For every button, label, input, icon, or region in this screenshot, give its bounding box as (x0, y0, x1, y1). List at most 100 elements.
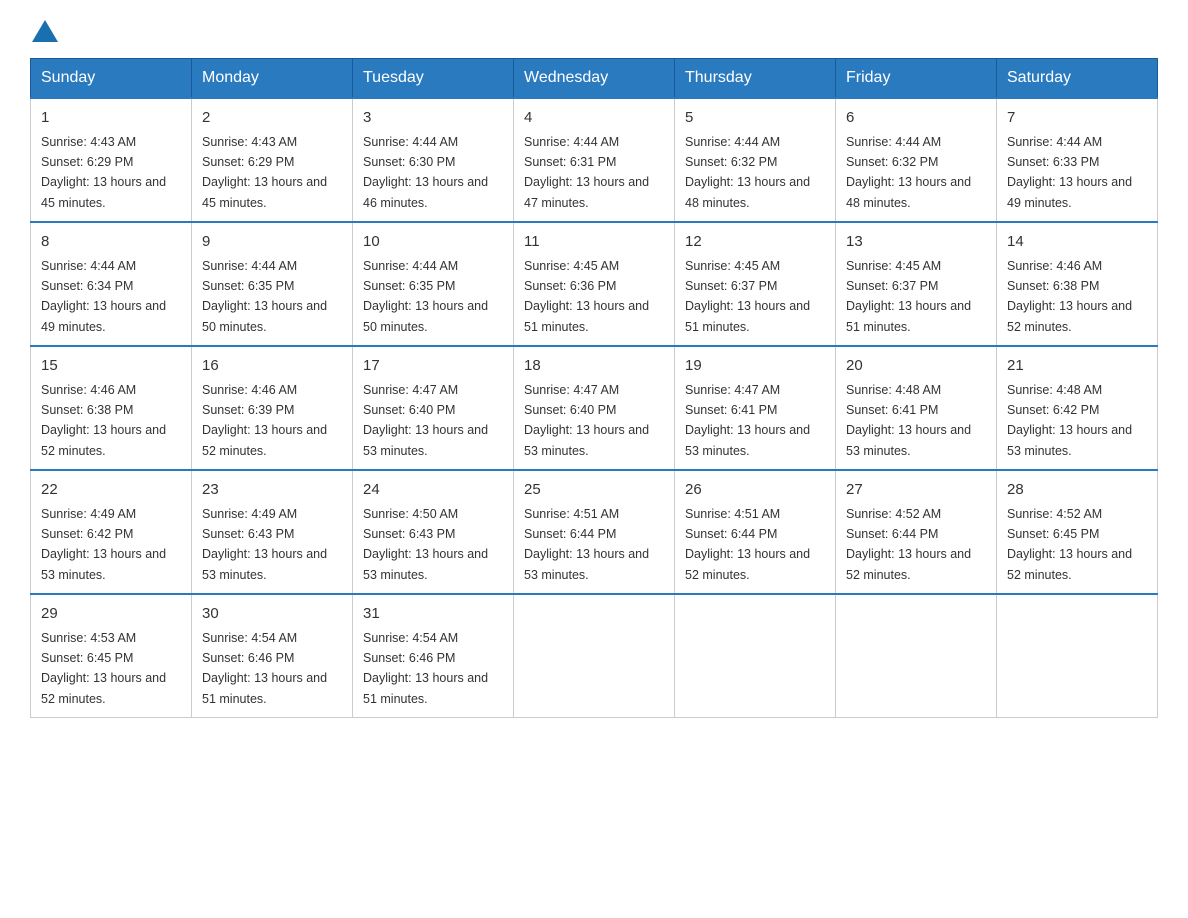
day-number: 19 (685, 355, 825, 378)
day-info: Sunrise: 4:48 AMSunset: 6:42 PMDaylight:… (1007, 383, 1132, 458)
day-number: 1 (41, 107, 181, 130)
weekday-header-sunday: Sunday (31, 59, 192, 99)
day-info: Sunrise: 4:46 AMSunset: 6:38 PMDaylight:… (1007, 259, 1132, 334)
calendar-cell: 16Sunrise: 4:46 AMSunset: 6:39 PMDayligh… (192, 346, 353, 470)
day-info: Sunrise: 4:49 AMSunset: 6:43 PMDaylight:… (202, 507, 327, 582)
calendar-cell: 8 Sunrise: 4:44 AMSunset: 6:34 PMDaylight… (31, 222, 192, 346)
day-info: Sunrise: 4:44 AMSunset: 6:30 PMDaylight:… (363, 135, 488, 210)
calendar-cell: 11 Sunrise: 4:45 AMSunset: 6:36 PMDayligh… (514, 222, 675, 346)
day-info: Sunrise: 4:54 AMSunset: 6:46 PMDaylight:… (202, 631, 327, 706)
day-number: 15 (41, 355, 181, 378)
weekday-header-row: SundayMondayTuesdayWednesdayThursdayFrid… (31, 59, 1158, 99)
calendar-cell: 14Sunrise: 4:46 AMSunset: 6:38 PMDayligh… (997, 222, 1158, 346)
day-info: Sunrise: 4:44 AMSunset: 6:31 PMDaylight:… (524, 135, 649, 210)
weekday-header-monday: Monday (192, 59, 353, 99)
calendar-cell (514, 594, 675, 718)
calendar-cell: 12 Sunrise: 4:45 AMSunset: 6:37 PMDayligh… (675, 222, 836, 346)
day-number: 17 (363, 355, 503, 378)
day-number: 24 (363, 479, 503, 502)
calendar-week-row: 1 Sunrise: 4:43 AMSunset: 6:29 PMDaylight… (31, 98, 1158, 222)
weekday-header-wednesday: Wednesday (514, 59, 675, 99)
day-info: Sunrise: 4:44 AMSunset: 6:33 PMDaylight:… (1007, 135, 1132, 210)
day-info: Sunrise: 4:49 AMSunset: 6:42 PMDaylight:… (41, 507, 166, 582)
calendar-cell: 2 Sunrise: 4:43 AMSunset: 6:29 PMDaylight… (192, 98, 353, 222)
calendar-cell: 9 Sunrise: 4:44 AMSunset: 6:35 PMDaylight… (192, 222, 353, 346)
day-info: Sunrise: 4:51 AMSunset: 6:44 PMDaylight:… (524, 507, 649, 582)
day-number: 9 (202, 231, 342, 254)
day-number: 28 (1007, 479, 1147, 502)
day-info: Sunrise: 4:45 AMSunset: 6:37 PMDaylight:… (685, 259, 810, 334)
day-number: 26 (685, 479, 825, 502)
day-number: 13 (846, 231, 986, 254)
day-info: Sunrise: 4:47 AMSunset: 6:40 PMDaylight:… (363, 383, 488, 458)
day-number: 11 (524, 231, 664, 254)
day-number: 4 (524, 107, 664, 130)
calendar-cell (675, 594, 836, 718)
day-info: Sunrise: 4:44 AMSunset: 6:34 PMDaylight:… (41, 259, 166, 334)
day-info: Sunrise: 4:45 AMSunset: 6:37 PMDaylight:… (846, 259, 971, 334)
day-number: 8 (41, 231, 181, 254)
day-info: Sunrise: 4:46 AMSunset: 6:38 PMDaylight:… (41, 383, 166, 458)
calendar-cell: 25Sunrise: 4:51 AMSunset: 6:44 PMDayligh… (514, 470, 675, 594)
calendar-cell: 15 Sunrise: 4:46 AMSunset: 6:38 PMDayligh… (31, 346, 192, 470)
day-info: Sunrise: 4:48 AMSunset: 6:41 PMDaylight:… (846, 383, 971, 458)
calendar-cell (997, 594, 1158, 718)
day-info: Sunrise: 4:52 AMSunset: 6:44 PMDaylight:… (846, 507, 971, 582)
calendar-cell: 19 Sunrise: 4:47 AMSunset: 6:41 PMDayligh… (675, 346, 836, 470)
logo (30, 20, 58, 38)
weekday-header-friday: Friday (836, 59, 997, 99)
calendar-cell (836, 594, 997, 718)
calendar-cell: 21Sunrise: 4:48 AMSunset: 6:42 PMDayligh… (997, 346, 1158, 470)
day-number: 7 (1007, 107, 1147, 130)
calendar-cell: 26Sunrise: 4:51 AMSunset: 6:44 PMDayligh… (675, 470, 836, 594)
day-number: 30 (202, 603, 342, 626)
calendar-cell: 1 Sunrise: 4:43 AMSunset: 6:29 PMDaylight… (31, 98, 192, 222)
calendar-cell: 28 Sunrise: 4:52 AMSunset: 6:45 PMDayligh… (997, 470, 1158, 594)
day-number: 27 (846, 479, 986, 502)
weekday-header-saturday: Saturday (997, 59, 1158, 99)
calendar-cell: 13 Sunrise: 4:45 AMSunset: 6:37 PMDayligh… (836, 222, 997, 346)
calendar-table: SundayMondayTuesdayWednesdayThursdayFrid… (30, 58, 1158, 718)
calendar-cell: 6 Sunrise: 4:44 AMSunset: 6:32 PMDaylight… (836, 98, 997, 222)
calendar-week-row: 15 Sunrise: 4:46 AMSunset: 6:38 PMDayligh… (31, 346, 1158, 470)
day-info: Sunrise: 4:44 AMSunset: 6:32 PMDaylight:… (685, 135, 810, 210)
calendar-cell: 30 Sunrise: 4:54 AMSunset: 6:46 PMDayligh… (192, 594, 353, 718)
day-number: 23 (202, 479, 342, 502)
calendar-cell: 23 Sunrise: 4:49 AMSunset: 6:43 PMDayligh… (192, 470, 353, 594)
calendar-cell: 3 Sunrise: 4:44 AMSunset: 6:30 PMDaylight… (353, 98, 514, 222)
day-number: 29 (41, 603, 181, 626)
calendar-cell: 4 Sunrise: 4:44 AMSunset: 6:31 PMDaylight… (514, 98, 675, 222)
day-info: Sunrise: 4:52 AMSunset: 6:45 PMDaylight:… (1007, 507, 1132, 582)
calendar-cell: 22Sunrise: 4:49 AMSunset: 6:42 PMDayligh… (31, 470, 192, 594)
calendar-cell: 7 Sunrise: 4:44 AMSunset: 6:33 PMDaylight… (997, 98, 1158, 222)
day-info: Sunrise: 4:44 AMSunset: 6:35 PMDaylight:… (363, 259, 488, 334)
day-number: 10 (363, 231, 503, 254)
calendar-cell: 20 Sunrise: 4:48 AMSunset: 6:41 PMDayligh… (836, 346, 997, 470)
calendar-cell: 31 Sunrise: 4:54 AMSunset: 6:46 PMDayligh… (353, 594, 514, 718)
day-info: Sunrise: 4:54 AMSunset: 6:46 PMDaylight:… (363, 631, 488, 706)
day-info: Sunrise: 4:44 AMSunset: 6:35 PMDaylight:… (202, 259, 327, 334)
day-number: 5 (685, 107, 825, 130)
day-info: Sunrise: 4:43 AMSunset: 6:29 PMDaylight:… (41, 135, 166, 210)
calendar-cell: 27 Sunrise: 4:52 AMSunset: 6:44 PMDayligh… (836, 470, 997, 594)
day-info: Sunrise: 4:45 AMSunset: 6:36 PMDaylight:… (524, 259, 649, 334)
calendar-cell: 18Sunrise: 4:47 AMSunset: 6:40 PMDayligh… (514, 346, 675, 470)
calendar-week-row: 8 Sunrise: 4:44 AMSunset: 6:34 PMDaylight… (31, 222, 1158, 346)
calendar-cell: 17 Sunrise: 4:47 AMSunset: 6:40 PMDayligh… (353, 346, 514, 470)
day-number: 12 (685, 231, 825, 254)
day-number: 3 (363, 107, 503, 130)
day-info: Sunrise: 4:53 AMSunset: 6:45 PMDaylight:… (41, 631, 166, 706)
calendar-week-row: 29 Sunrise: 4:53 AMSunset: 6:45 PMDayligh… (31, 594, 1158, 718)
header (30, 20, 1158, 38)
weekday-header-thursday: Thursday (675, 59, 836, 99)
day-number: 20 (846, 355, 986, 378)
day-info: Sunrise: 4:43 AMSunset: 6:29 PMDaylight:… (202, 135, 327, 210)
day-info: Sunrise: 4:44 AMSunset: 6:32 PMDaylight:… (846, 135, 971, 210)
calendar-cell: 5 Sunrise: 4:44 AMSunset: 6:32 PMDaylight… (675, 98, 836, 222)
day-number: 6 (846, 107, 986, 130)
day-number: 31 (363, 603, 503, 626)
day-info: Sunrise: 4:47 AMSunset: 6:40 PMDaylight:… (524, 383, 649, 458)
day-info: Sunrise: 4:47 AMSunset: 6:41 PMDaylight:… (685, 383, 810, 458)
calendar-cell: 24Sunrise: 4:50 AMSunset: 6:43 PMDayligh… (353, 470, 514, 594)
day-number: 2 (202, 107, 342, 130)
